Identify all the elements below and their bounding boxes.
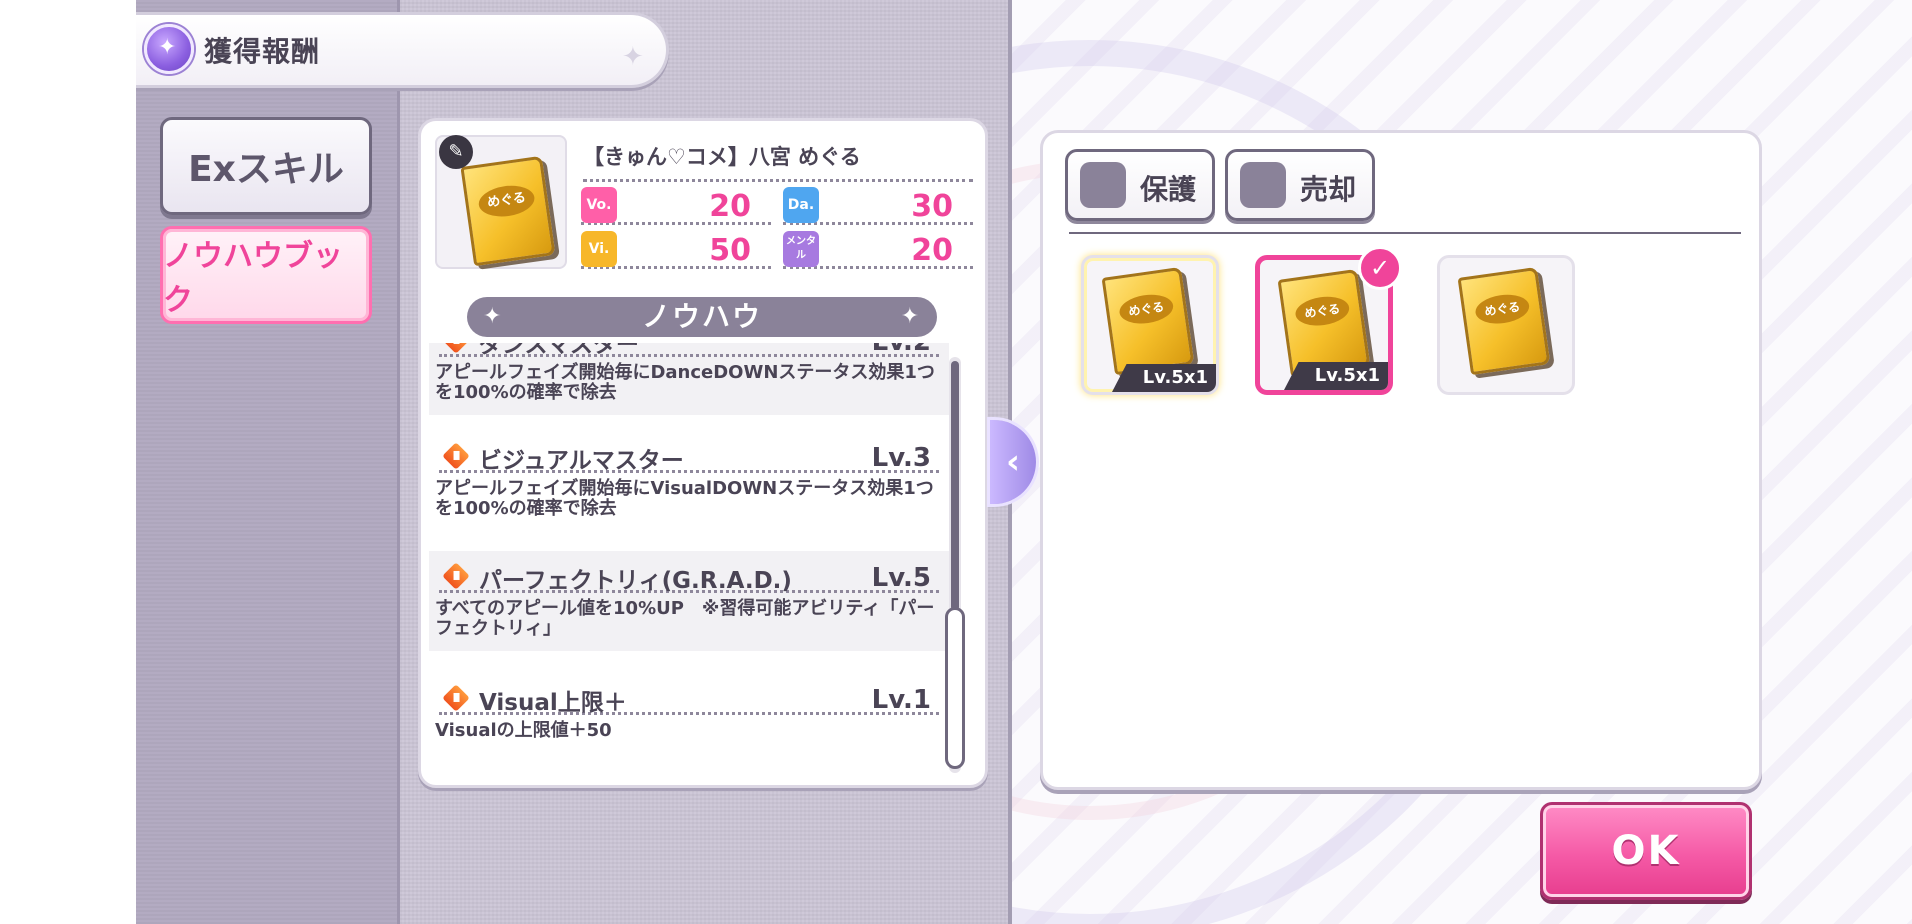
checkbox-icon xyxy=(1240,162,1286,208)
page-title: 獲得報酬 xyxy=(204,35,321,68)
level-up-icon xyxy=(442,684,470,712)
level-up-icon xyxy=(442,442,470,470)
skill-level: Lv.5 xyxy=(871,563,931,593)
edit-icon[interactable]: ✎ xyxy=(439,135,473,169)
skill-description: すべてのアピール値を10%UP ※習得可能アビリティ「パーフェクトリィ」 xyxy=(435,598,935,639)
skill-level: Lv.3 xyxy=(871,443,931,473)
sparkle-icon: ✦ xyxy=(900,304,921,329)
book-icon: めぐる xyxy=(460,155,556,267)
book-label: めぐる xyxy=(1293,293,1352,329)
section-title-text: ノウハウ xyxy=(641,300,762,333)
skill-level: Lv.1 xyxy=(871,685,931,715)
inventory-item[interactable]: めぐる Lv.5x1 xyxy=(1081,255,1219,395)
level-up-icon xyxy=(442,562,470,590)
skill-level: Lv.2 xyxy=(872,343,931,357)
skill-name: Visual上限＋ xyxy=(479,690,627,716)
section-title-knowhow: ✦ ノウハウ ✦ xyxy=(467,297,937,337)
book-label: めぐる xyxy=(1473,291,1532,327)
scrollbar-thumb[interactable] xyxy=(945,607,965,769)
skill-name: ダンスマスター xyxy=(479,343,639,358)
ok-button[interactable]: OK xyxy=(1540,802,1752,900)
skill-description: アピールフェイズ開始毎にVisualDOWNステータス効果1つを100%の確率で… xyxy=(435,478,934,519)
skill-head: Visual上限＋ Lv.1 xyxy=(439,681,939,716)
skill-item: ビジュアルマスター Lv.3 アピールフェイズ開始毎にVisualDOWNステー… xyxy=(429,431,949,531)
detail-panel: めぐる ✎ 【きゅん♡コメ】八宮 めぐる Vo. 20 Da. 30 Vi. 5… xyxy=(418,118,988,788)
stat-visual: Vi. 50 xyxy=(581,229,771,269)
card-name: 【きゅん♡コメ】八宮 めぐる xyxy=(583,141,973,182)
inventory-item[interactable]: めぐる xyxy=(1437,255,1575,395)
skill-item: パーフェクトリィ(G.R.A.D.) Lv.5 すべてのアピール値を10%UP … xyxy=(429,551,949,651)
visual-badge: Vi. xyxy=(581,231,617,267)
filter-sell-button[interactable]: 売却 xyxy=(1225,149,1375,221)
skill-description: Visualの上限値＋50 xyxy=(435,720,612,741)
book-label: めぐる xyxy=(476,182,537,220)
vocal-badge: Vo. xyxy=(581,187,617,223)
divider xyxy=(1069,232,1741,234)
filter-protect-button[interactable]: 保護 xyxy=(1065,149,1215,221)
skill-list[interactable]: ダンスマスター Lv.2 アピールフェイズ開始毎にDanceDOWNステータス効… xyxy=(429,343,949,783)
skill-head: ダンスマスター Lv.2 xyxy=(439,343,939,358)
stat-value: 50 xyxy=(709,233,751,268)
sparkle-icon: ✦ xyxy=(483,304,504,329)
tab-ex-skill[interactable]: Exスキル xyxy=(160,117,372,215)
skill-item: Visual上限＋ Lv.1 Visualの上限値＋50 xyxy=(429,673,949,773)
skill-description: アピールフェイズ開始毎にDanceDOWNステータス効果1つを100%の確率で除… xyxy=(435,362,935,403)
skill-head: パーフェクトリィ(G.R.A.D.) Lv.5 xyxy=(439,559,939,594)
sparkle-icon: ✦ xyxy=(622,42,644,72)
inventory-panel: 保護 売却 めぐる Lv.5x1 めぐる Lv.5x1 めぐる xyxy=(1040,130,1762,790)
scrollbar-fill xyxy=(951,361,959,611)
stat-value: 20 xyxy=(911,233,953,268)
stat-vocal: Vo. 20 xyxy=(581,185,771,225)
checkmark-icon: ✓ xyxy=(1358,246,1402,290)
item-level-tag: Lv.5x1 xyxy=(1284,362,1388,390)
skill-item: ダンスマスター Lv.2 アピールフェイズ開始毎にDanceDOWNステータス効… xyxy=(429,343,949,415)
checkbox-icon xyxy=(1080,162,1126,208)
skill-name: パーフェクトリィ(G.R.A.D.) xyxy=(479,568,792,594)
skill-name: ビジュアルマスター xyxy=(479,448,684,474)
tab-knowhow-book[interactable]: ノウハウブック xyxy=(160,226,372,324)
filter-label: 売却 xyxy=(1300,173,1357,206)
stat-value: 20 xyxy=(709,189,751,224)
book-label: めぐる xyxy=(1117,291,1176,327)
mental-badge: メンタル xyxy=(783,231,819,267)
dance-badge: Da. xyxy=(783,187,819,223)
stat-mental: メンタル 20 xyxy=(783,229,973,269)
book-icon: めぐる xyxy=(1101,266,1195,376)
skill-head: ビジュアルマスター Lv.3 xyxy=(439,439,939,474)
level-up-icon xyxy=(442,343,470,354)
reward-icon: ✦ xyxy=(144,24,194,74)
stat-dance: Da. 30 xyxy=(783,185,973,225)
book-icon: めぐる xyxy=(1457,266,1551,376)
stat-value: 30 xyxy=(911,189,953,224)
filter-label: 保護 xyxy=(1140,173,1197,206)
item-level-tag: Lv.5x1 xyxy=(1112,364,1216,392)
background-left-strip xyxy=(0,0,136,924)
book-icon: めぐる xyxy=(1277,268,1371,378)
